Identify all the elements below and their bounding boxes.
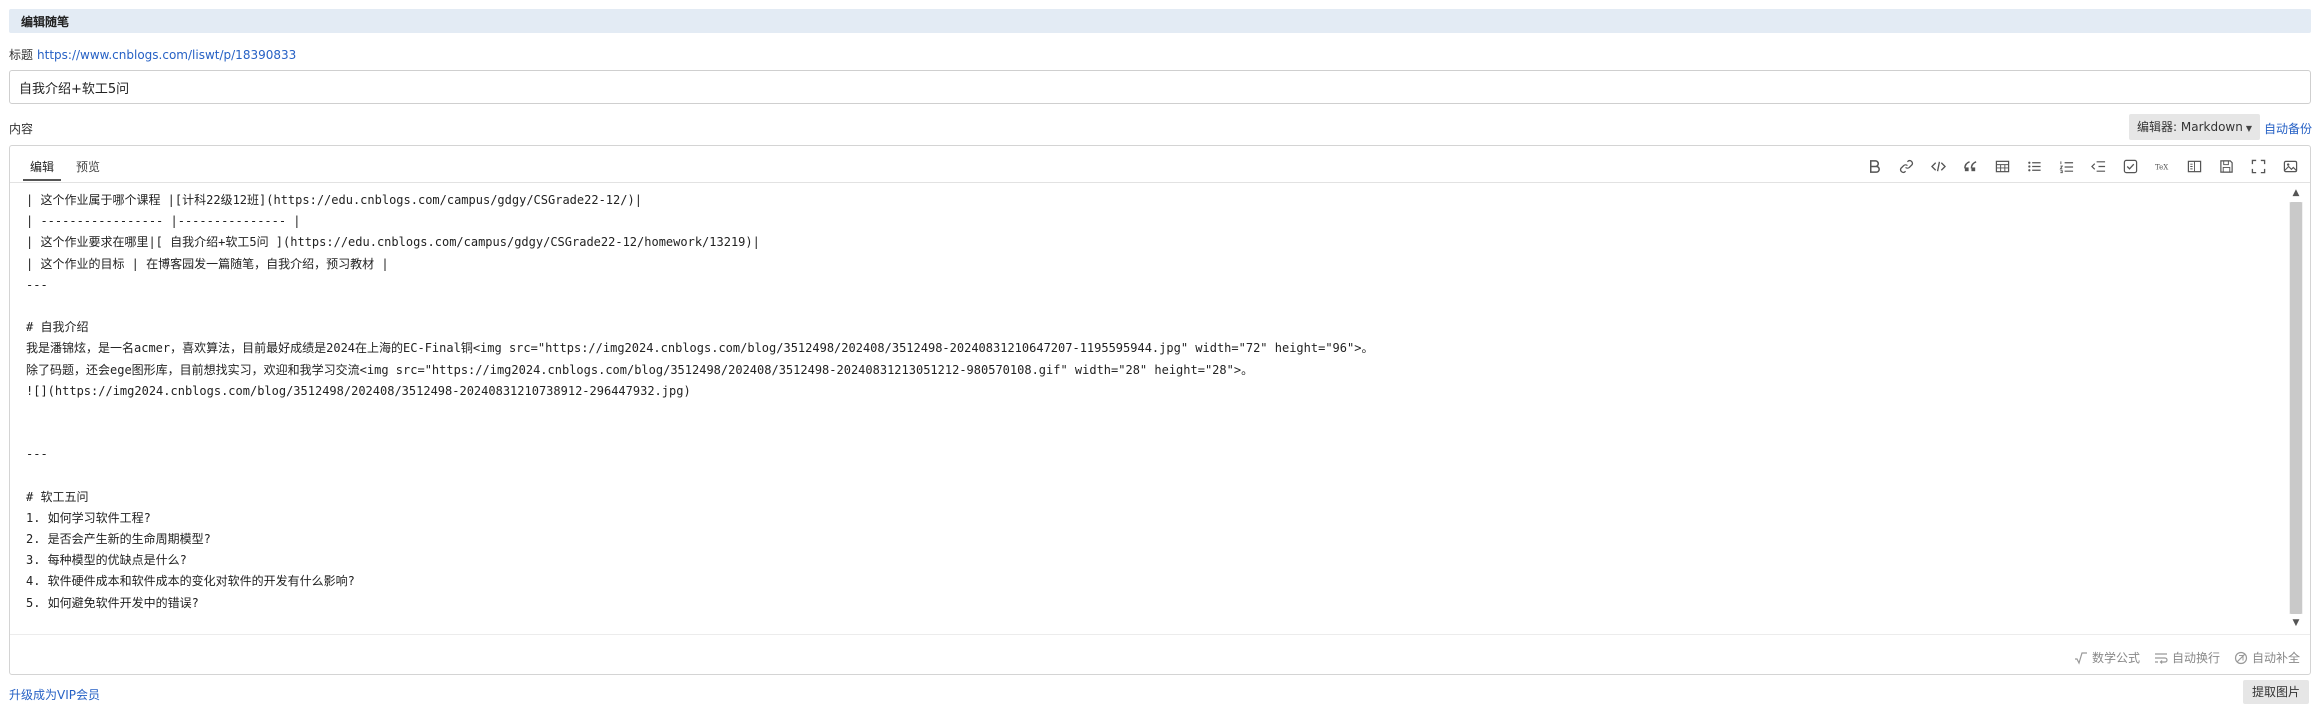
code-icon[interactable]	[1930, 158, 1946, 174]
post-url-link[interactable]: https://www.cnblogs.com/liswt/p/18390833	[37, 48, 296, 62]
editor-footer: 数学公式 自动换行 自动补全	[10, 634, 2310, 675]
code-line: | ----------------- |--------------- |	[26, 214, 301, 229]
code-line: ---	[26, 447, 48, 462]
code-line: ---	[26, 277, 48, 292]
autocomplete-toggle[interactable]: 自动补全	[2234, 649, 2300, 666]
fullscreen-icon[interactable]	[2250, 158, 2266, 174]
code-line: 2. 是否会产生新的生命周期模型?	[26, 532, 211, 546]
bullet-list-icon[interactable]	[2026, 158, 2042, 174]
caret-down-icon: ▼	[2245, 124, 2252, 133]
quote-icon[interactable]	[1962, 158, 1978, 174]
title-row: 标题 https://www.cnblogs.com/liswt/p/183908…	[9, 46, 296, 63]
checkbox-icon[interactable]	[2122, 158, 2138, 174]
wrap-icon	[2154, 652, 2168, 664]
math-formula-toggle[interactable]: 数学公式	[2074, 649, 2140, 666]
bold-icon[interactable]	[1866, 158, 1882, 174]
code-line: # 自我介绍	[26, 320, 89, 335]
ordered-list-icon[interactable]	[2058, 158, 2074, 174]
section-header: 编辑随笔	[9, 9, 2311, 33]
tab-edit[interactable]: 编辑	[22, 158, 62, 181]
math-formula-label: 数学公式	[2091, 651, 2140, 665]
editor-select[interactable]: 编辑器: Markdown ▼	[2129, 114, 2260, 140]
markdown-editor: 编辑 预览 TeX | 这个作业属于哪个课程 |[计科22级12班](https…	[9, 145, 2311, 675]
editor-scrollbar[interactable]: ▲ ▼	[2289, 186, 2303, 630]
tex-icon[interactable]: TeX	[2154, 158, 2170, 174]
code-line: ![](https://img2024.cnblogs.com/blog/351…	[26, 383, 691, 398]
code-line: | 这个作业属于哪个课程 |[计科22级12班](https://edu.cnb…	[26, 193, 642, 207]
code-line: 4. 软件硬件成本和软件成本的变化对软件的开发有什么影响?	[26, 574, 355, 589]
tab-preview[interactable]: 预览	[76, 158, 100, 175]
image-icon[interactable]	[2282, 158, 2298, 174]
title-label: 标题	[9, 48, 34, 62]
code-line: 1. 如何学习软件工程?	[26, 510, 151, 525]
vip-upgrade-link[interactable]: 升级成为VIP会员	[9, 686, 100, 703]
scroll-thumb[interactable]	[2290, 202, 2302, 614]
sqrt-icon	[2074, 651, 2087, 665]
markdown-textarea[interactable]: | 这个作业属于哪个课程 |[计科22级12班](https://edu.cnb…	[26, 190, 2284, 624]
code-line: 我是潘锦炫，是一名acmer，喜欢算法，目前最好成绩是2024在上海的EC-Fi…	[26, 341, 1374, 356]
code-line: 除了码题，还会ege图形库，目前想找实习，欢迎和我学习交流<img src="h…	[26, 362, 1254, 377]
code-line: | 这个作业要求在哪里|[ 自我介绍+软工5问 ](https://edu.cn…	[26, 235, 760, 250]
save-icon[interactable]	[2218, 158, 2234, 174]
code-line: | 这个作业的目标 | 在博客园发一篇随笔，自我介绍，预习教材 |	[26, 256, 389, 271]
auto-wrap-label: 自动换行	[2171, 651, 2220, 665]
svg-text:TeX: TeX	[2155, 162, 2168, 171]
section-title: 编辑随笔	[21, 15, 70, 29]
table-icon[interactable]	[1994, 158, 2010, 174]
scroll-up-icon[interactable]: ▲	[2289, 186, 2303, 200]
autosave-link[interactable]: 自动备份	[2264, 120, 2312, 137]
code-line: # 软工五问	[26, 489, 89, 504]
editor-toolbar: TeX	[1866, 158, 2298, 174]
scroll-down-icon[interactable]: ▼	[2289, 616, 2303, 630]
split-view-icon[interactable]	[2186, 158, 2202, 174]
link-icon[interactable]	[1898, 158, 1914, 174]
autocomplete-label: 自动补全	[2251, 651, 2300, 665]
extract-images-button[interactable]: 提取图片	[2243, 680, 2309, 704]
auto-wrap-toggle[interactable]: 自动换行	[2154, 649, 2220, 666]
autocomplete-icon	[2234, 651, 2248, 664]
outdent-icon[interactable]	[2090, 158, 2106, 174]
content-label: 内容	[9, 122, 34, 136]
code-line: 5. 如何避免软件开发中的错误?	[26, 595, 199, 610]
title-input[interactable]	[9, 70, 2311, 104]
editor-tabbar: 编辑 预览 TeX	[10, 146, 2310, 183]
code-line: 3. 每种模型的优缺点是什么?	[26, 553, 187, 568]
editor-select-label: 编辑器: Markdown	[2137, 120, 2243, 134]
